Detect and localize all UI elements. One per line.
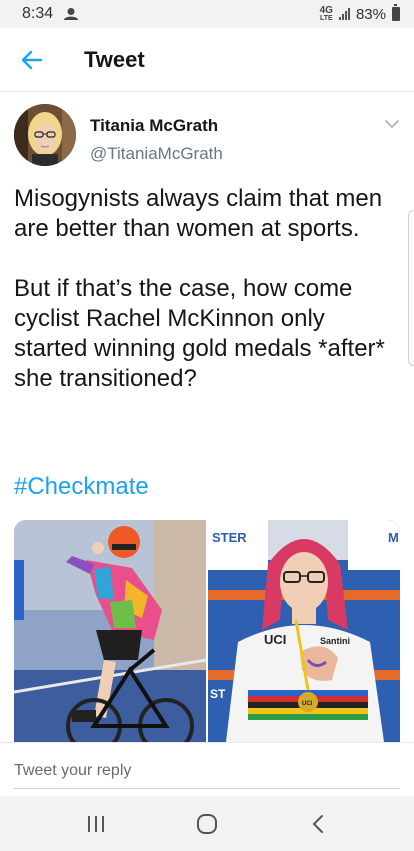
battery-icon <box>392 4 400 21</box>
chevron-down-icon <box>385 120 399 129</box>
jersey-text-left: UCI <box>264 632 286 647</box>
reply-input[interactable] <box>14 753 400 789</box>
author-name[interactable]: Titania McGrath <box>90 116 218 136</box>
status-left: 8:34 <box>22 5 79 23</box>
avatar-image <box>14 104 76 166</box>
network-sub: LTE <box>319 15 333 22</box>
jersey-text-right: Santini <box>320 636 350 646</box>
network-type: 4G <box>319 5 333 16</box>
home-button[interactable] <box>177 796 237 851</box>
app-header: Tweet <box>0 28 414 92</box>
network-indicator: 4G LTE <box>319 5 333 23</box>
medal-text: UCI <box>302 701 313 707</box>
arrow-left-icon <box>21 50 43 69</box>
tweet-options-button[interactable] <box>384 116 400 134</box>
cyclist-medal-photo[interactable]: STER M ST UCI Santini UCI <box>208 520 400 742</box>
system-nav-bar <box>0 796 414 851</box>
scroll-indicator[interactable] <box>408 210 414 366</box>
tweet-author-row: Titania McGrath @TitaniaMcGrath <box>14 104 404 168</box>
system-back-button[interactable] <box>288 796 348 851</box>
status-right: 4G LTE 83% <box>319 4 400 23</box>
cyclist-racing-photo[interactable] <box>14 520 206 742</box>
page-title: Tweet <box>84 46 145 72</box>
back-button[interactable] <box>0 28 64 92</box>
notification-icon <box>64 8 79 20</box>
cyclist-medal-image: STER M ST UCI Santini UCI <box>208 520 400 742</box>
reply-bar <box>0 742 414 794</box>
side-text: ST <box>210 687 226 701</box>
recent-apps-icon <box>87 815 104 832</box>
author-handle[interactable]: @TitaniaMcGrath <box>90 144 223 164</box>
tweet-text: Misogynists always claim that men are be… <box>14 185 385 392</box>
tweet-media[interactable]: STER M ST UCI Santini UCI <box>14 520 400 742</box>
status-bar: 8:34 4G LTE 83% <box>0 0 414 28</box>
signal-icon <box>338 8 350 20</box>
banner-text-right: M <box>388 530 399 545</box>
cyclist-racing-image <box>14 520 206 742</box>
home-icon <box>196 813 217 834</box>
banner-text-left: STER <box>212 530 247 545</box>
back-icon <box>312 814 324 833</box>
status-time: 8:34 <box>22 5 54 22</box>
avatar[interactable] <box>14 104 76 166</box>
recent-apps-button[interactable] <box>66 796 126 851</box>
hashtag-link[interactable]: #Checkmate <box>14 472 149 502</box>
battery-level: 83% <box>355 5 386 23</box>
